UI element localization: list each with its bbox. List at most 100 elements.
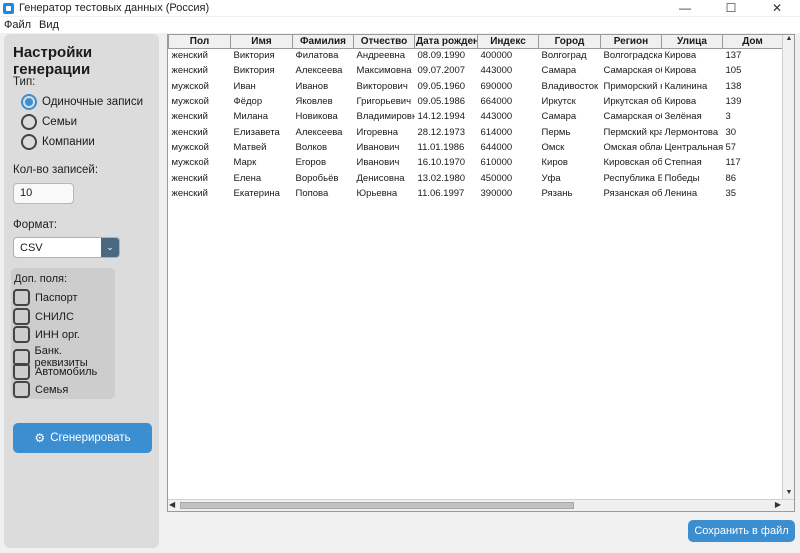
radio-companies[interactable]: Компании [21,134,95,150]
table-row[interactable]: женский Елизавета Алексеева Игоревна 28.12.1… [168,124,783,140]
table-row[interactable]: женскийМиланаНовиковаВладимировна14.12.1… [168,109,783,125]
checkbox-box[interactable] [13,326,30,343]
data-table-frame: ПолИмяФамилияОтчествоДата рожденияИндекс… [167,34,795,512]
table-cell: 86 [722,170,783,186]
table-row[interactable]: мужской Матвей Волков Иванович 11.01.1986 644… [168,139,783,156]
radio-button[interactable] [21,94,37,110]
column-header[interactable]: Дом [722,35,783,49]
table-cell: Волков [292,139,354,156]
table-row[interactable]: женский Виктория Филатова Андреевна 08.09.19… [168,48,783,64]
checkbox-car[interactable]: Автомобиль [13,363,97,380]
radio-families[interactable]: Семьи [21,114,77,130]
table-row[interactable]: женский Виктория Алексеева Максимовна 09.07.… [168,63,783,79]
table-cell: 450000 [477,170,539,186]
format-select[interactable]: CSV ⌄ [13,237,120,258]
generate-button[interactable]: ⚙ Сгенерировать [13,423,152,453]
table-cell: мужской [168,139,231,156]
table-cell: Кирова [661,63,723,79]
table-cell: Иркутская обл [600,93,662,110]
table-cell: Денисовна [353,170,415,186]
radio-button[interactable] [21,134,37,150]
table-cell: 400000 [477,48,539,64]
radio-label: Компании [42,136,95,148]
radio-label: Одиночные записи [42,96,144,108]
scroll-left-icon[interactable]: ◀ [169,500,175,509]
table-cell: Уфа [538,170,601,186]
table-row[interactable]: женский Екатерина Попова Юрьевна 11.06.1997 3… [168,185,783,201]
table-cell: Калинина [661,78,723,94]
radio-single-records[interactable]: Одиночные записи [21,94,143,110]
menu-view[interactable]: Вид [35,19,63,31]
column-header[interactable]: Дата рождения [414,35,478,49]
count-input[interactable]: 10 [13,183,74,204]
table-row[interactable]: мужской Марк Егоров Иванович 16.10.1970 61000… [168,155,783,171]
checkbox-family[interactable]: Семья [13,381,68,398]
data-table: ПолИмяФамилияОтчествоДата рожденияИндекс… [168,35,783,201]
table-cell: 443000 [477,109,539,125]
table-cell: 614000 [477,124,539,140]
table-cell: 138 [722,78,783,94]
horizontal-scrollbar[interactable]: ◀ ▶ [168,499,794,511]
chevron-down-icon[interactable]: ⌄ [101,238,119,257]
radio-label: Семьи [42,116,78,128]
extra-fields-panel: Доп. поля: Паспорт СНИЛС ИНН орг. Банк. … [11,268,115,399]
scroll-right-icon[interactable]: ▶ [775,500,781,509]
table-cell: Лермонтова [661,124,723,140]
table-row[interactable]: мужской Фёдор Яковлев Григорьевич 09.05.1986… [168,93,783,110]
table-row[interactable]: женский Елена Воробьёв Денисовна 13.02.1980 4… [168,170,783,186]
table-cell: женский [168,63,231,79]
vertical-scrollbar[interactable]: ▲ ▼ [782,35,794,499]
checkbox-box[interactable] [13,363,30,380]
column-header[interactable]: Пол [168,35,231,49]
checkbox-label: Семья [35,383,69,396]
table-cell: Виктория [230,48,293,64]
column-header[interactable]: Улица [661,35,723,49]
table-cell: 08.09.1990 [414,48,478,64]
table-cell: Иванович [353,139,415,156]
table-cell: 57 [722,139,783,156]
scroll-up-icon[interactable]: ▲ [783,35,795,45]
table-cell: 137 [722,48,783,64]
scroll-thumb[interactable] [180,502,574,509]
scroll-down-icon[interactable]: ▼ [783,489,795,499]
table-cell: 117 [722,155,783,171]
maximize-button[interactable]: ☐ [708,0,754,16]
table-cell: Владимировна [353,109,415,125]
checkbox-snils[interactable]: СНИЛС [13,308,74,325]
table-cell: 09.05.1986 [414,93,478,110]
column-header[interactable]: Фамилия [292,35,354,49]
radio-button[interactable] [21,114,37,130]
table-cell: Виктория [230,63,293,79]
table-cell: 09.05.1960 [414,78,478,94]
table-cell: мужской [168,78,231,94]
column-header[interactable]: Город [538,35,601,49]
column-header[interactable]: Индекс [477,35,539,49]
table-cell: Матвей [230,139,293,156]
checkbox-passport[interactable]: Паспорт [13,289,78,306]
table-cell: Республика Башкортостан [600,170,662,186]
table-cell: Иванович [353,155,415,171]
table-cell: женский [168,170,231,186]
table-cell: 105 [722,63,783,79]
table-header-row: ПолИмяФамилияОтчествоДата рожденияИндекс… [168,35,783,49]
column-header[interactable]: Имя [230,35,293,49]
table-cell: Викторович [353,78,415,94]
checkbox-box[interactable] [13,381,30,398]
close-button[interactable]: ✕ [754,0,800,16]
table-cell: Юрьевна [353,185,415,201]
checkbox-box[interactable] [13,289,30,306]
menu-file[interactable]: Файл [0,19,35,31]
settings-title: Настройки генерации [13,44,93,78]
table-cell: Киров [538,155,601,171]
table-cell: 644000 [477,139,539,156]
checkbox-box[interactable] [13,308,30,325]
column-header[interactable]: Отчество [353,35,415,49]
table-cell: женский [168,124,231,140]
save-to-file-button[interactable]: Сохранить в файл [688,520,795,542]
column-header[interactable]: Регион [600,35,662,49]
minimize-button[interactable]: — [662,0,708,16]
checkbox-inn[interactable]: ИНН орг. [13,326,80,343]
table-cell: 13.02.1980 [414,170,478,186]
table-cell: Максимовна [353,63,415,79]
table-row[interactable]: мужской Иван Иванов Викторович 09.05.1960 690… [168,78,783,94]
